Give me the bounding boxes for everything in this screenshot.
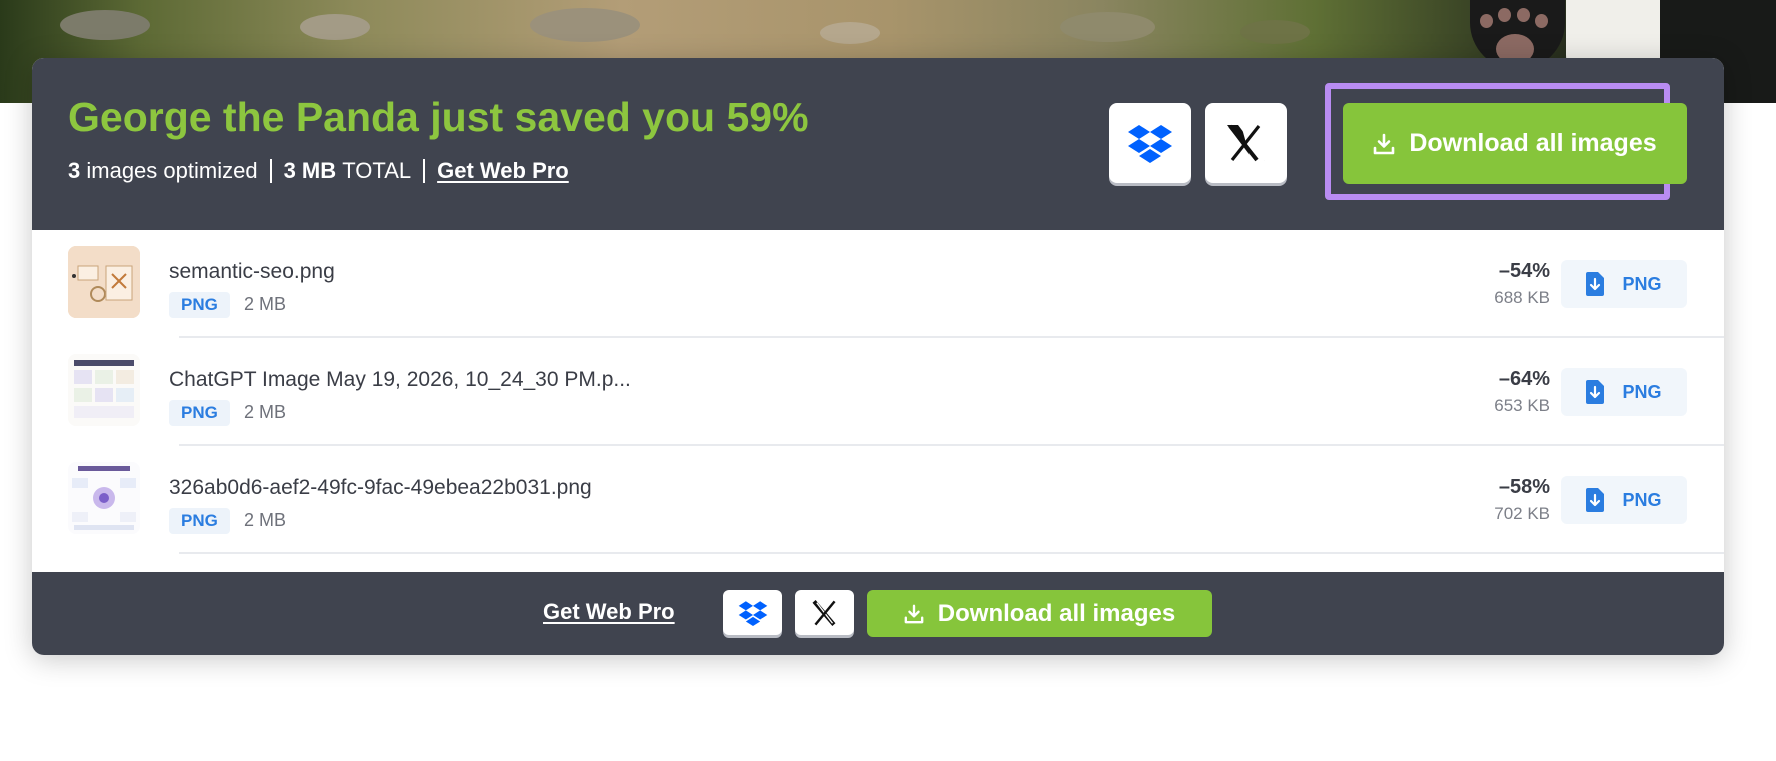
file-thumbnail [68,246,140,318]
saving-percent: –54% [1498,260,1550,282]
download-file-button[interactable]: PNG [1561,476,1687,524]
share-on-x-button[interactable] [795,590,854,635]
download-file-button[interactable]: PNG [1561,260,1687,308]
file-type-badge: PNG [169,292,230,318]
save-to-dropbox-button[interactable] [1109,103,1191,183]
file-thumbnail [68,462,140,534]
file-row: semantic-seo.png PNG 2 MB –54% 688 KB PN… [32,230,1724,338]
savings-title: George the Panda just saved you 59% [68,94,809,140]
file-row: ChatGPT Image May 19, 2026, 10_24_30 PM.… [32,338,1724,446]
format-label: PNG [1622,489,1662,510]
format-label: PNG [1622,381,1662,402]
file-thumbnail [68,354,140,426]
download-all-label: Download all images [937,599,1176,627]
file-download-icon [1586,272,1605,296]
summary-stats: 3 images optimized 3 MB TOTAL Get Web Pr… [68,158,569,184]
x-logo-icon [1227,124,1265,162]
get-web-pro-link[interactable]: Get Web Pro [543,599,675,625]
original-size: 2 MB [244,402,287,422]
results-card: George the Panda just saved you 59% 3 im… [32,58,1724,655]
get-web-pro-link[interactable]: Get Web Pro [437,158,569,184]
download-icon [1374,133,1395,154]
share-on-x-button[interactable] [1205,103,1287,183]
images-label: images optimized [86,158,258,183]
file-download-icon [1586,488,1605,512]
divider [269,159,272,183]
summary-header: George the Panda just saved you 59% 3 im… [32,58,1724,230]
divider [423,159,426,183]
optimized-size: 653 KB [1494,396,1550,415]
file-row: 326ab0d6-aef2-49fc-9fac-49ebea22b031.png… [32,446,1724,554]
original-size: 2 MB [244,294,287,314]
saving-percent: –64% [1498,368,1550,390]
save-to-dropbox-button[interactable] [723,590,782,635]
file-name: semantic-seo.png [169,260,335,283]
download-all-label: Download all images [1409,129,1657,157]
file-name: 326ab0d6-aef2-49fc-9fac-49ebea22b031.png [169,476,592,499]
saving-percent: –58% [1498,476,1550,498]
file-name: ChatGPT Image May 19, 2026, 10_24_30 PM.… [169,368,631,391]
dropbox-icon [738,600,767,626]
original-size: 2 MB [244,510,287,530]
optimized-size: 688 KB [1494,288,1550,307]
format-label: PNG [1622,273,1662,294]
row-divider [179,552,1724,554]
x-logo-icon [811,599,836,626]
download-file-button[interactable]: PNG [1561,368,1687,416]
total-label: TOTAL [342,158,412,183]
file-type-badge: PNG [169,400,230,426]
images-count: 3 [68,158,81,183]
file-download-icon [1586,380,1605,404]
total-size: 3 MB [283,158,337,183]
optimized-size: 702 KB [1494,504,1550,523]
dropbox-icon [1128,125,1172,163]
download-all-button[interactable]: Download all images [867,590,1212,637]
download-icon [904,604,924,623]
file-type-badge: PNG [169,508,230,534]
download-all-button[interactable]: Download all images [1343,103,1687,184]
footer-bar: Get Web Pro Download all images [32,572,1724,655]
